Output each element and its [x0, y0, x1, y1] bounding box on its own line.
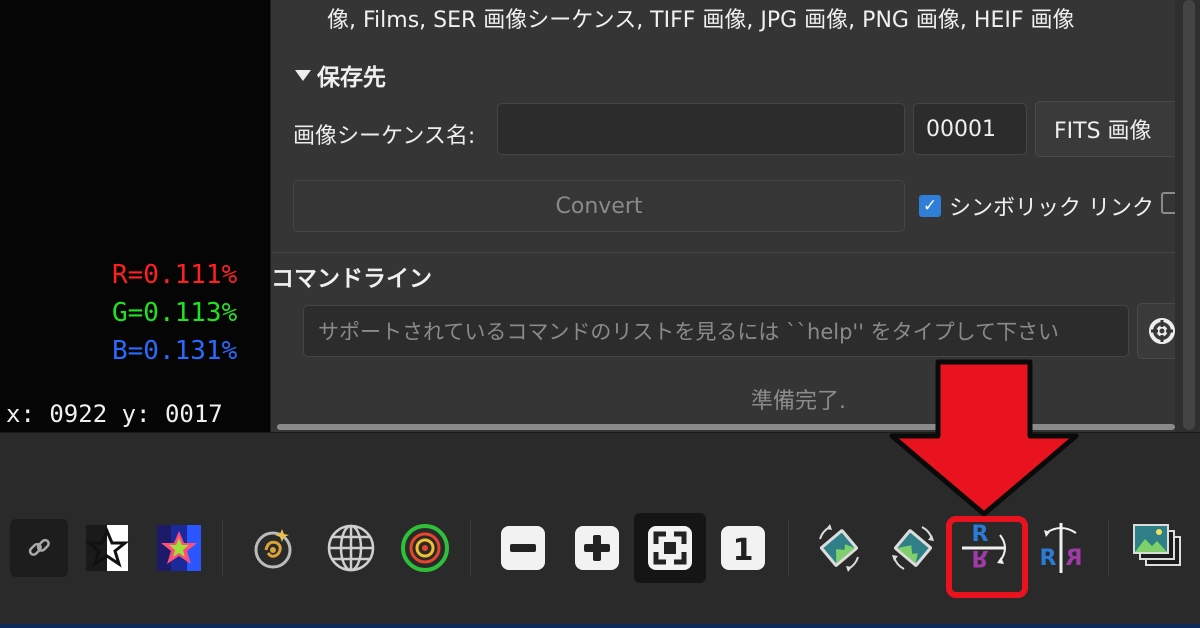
taskbar-edge: [0, 624, 1200, 628]
annotation-highlight-box: [946, 516, 1028, 598]
